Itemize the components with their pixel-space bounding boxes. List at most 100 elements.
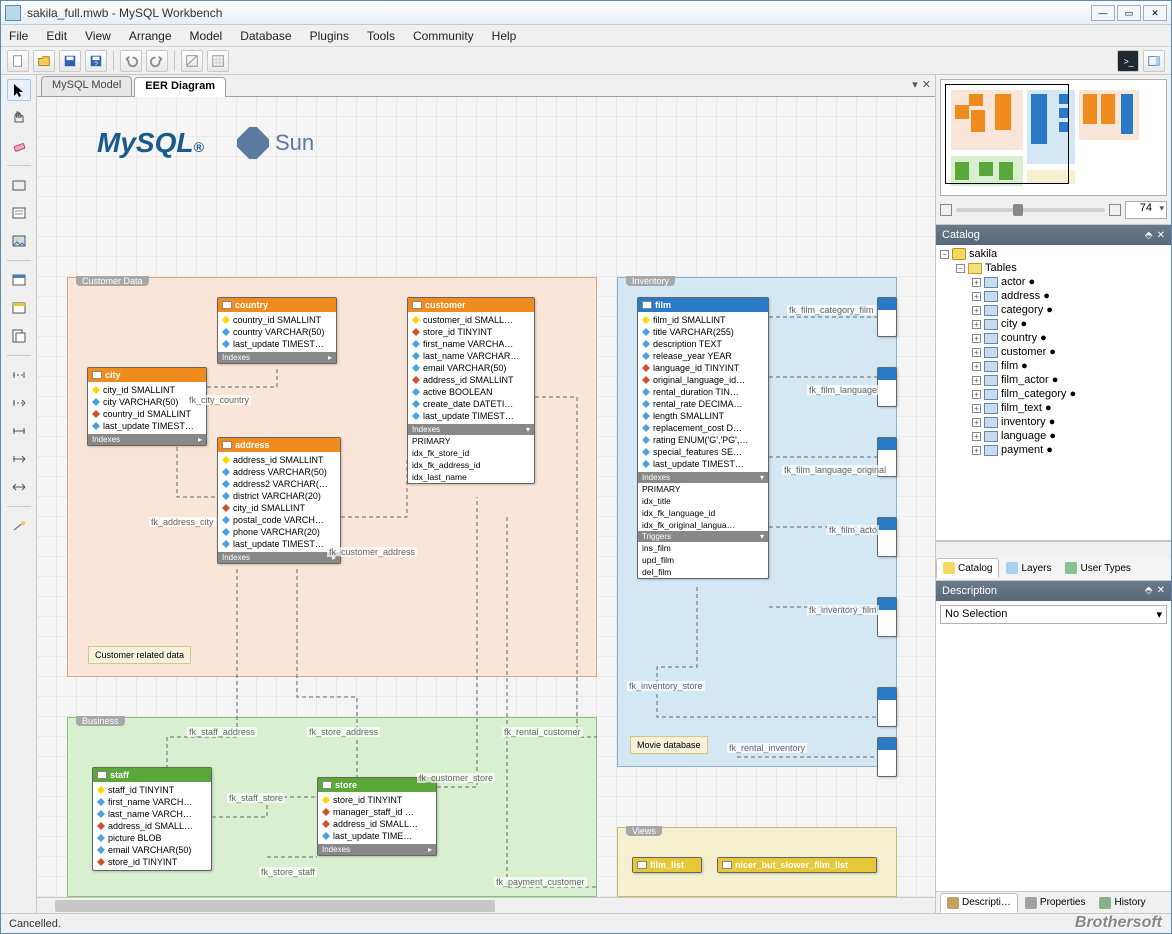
pin-icon[interactable]: ⬘ bbox=[1145, 585, 1153, 596]
menu-community[interactable]: Community bbox=[413, 29, 474, 43]
view-tool[interactable] bbox=[7, 297, 31, 319]
table-tool[interactable] bbox=[7, 269, 31, 291]
menu-help[interactable]: Help bbox=[492, 29, 517, 43]
bottom-tab-properties[interactable]: Properties bbox=[1018, 893, 1093, 913]
view-nicer-film-list[interactable]: nicer_but_slower_film_list bbox=[717, 857, 877, 873]
close-button[interactable]: ✕ bbox=[1143, 5, 1167, 21]
panel-tab-usertypes[interactable]: User Types bbox=[1058, 558, 1137, 578]
catalog-tree[interactable]: −sakila −Tables +actor ●+address ●+categ… bbox=[936, 245, 1171, 541]
table-country[interactable]: country country_id SMALLINT country VARC… bbox=[217, 297, 337, 364]
layer-tool[interactable] bbox=[7, 174, 31, 196]
bottom-tab-history[interactable]: History bbox=[1092, 893, 1152, 913]
table-partial-2[interactable] bbox=[877, 367, 897, 407]
image-tool[interactable] bbox=[7, 230, 31, 252]
diagram-canvas[interactable]: MySQL® Sun Customer Data Customer relate… bbox=[37, 97, 935, 913]
routine-tool[interactable] bbox=[7, 325, 31, 347]
save-button[interactable] bbox=[59, 50, 81, 72]
grid-toggle-button[interactable] bbox=[181, 50, 203, 72]
catalog-table-item[interactable]: +film_text ● bbox=[936, 401, 1171, 415]
catalog-table-item[interactable]: +category ● bbox=[936, 303, 1171, 317]
relation-1-1-non-tool[interactable] bbox=[7, 364, 31, 386]
menu-file[interactable]: File bbox=[9, 29, 28, 43]
pin-icon[interactable]: ⬘ bbox=[1145, 230, 1153, 241]
table-address[interactable]: address address_id SMALLINT address VARC… bbox=[217, 437, 341, 564]
table-partial-4[interactable] bbox=[877, 517, 897, 557]
fk-label: fk_staff_address bbox=[187, 727, 257, 737]
selection-dropdown[interactable]: No Selection▾ bbox=[940, 605, 1167, 624]
menu-model[interactable]: Model bbox=[190, 29, 223, 43]
table-store[interactable]: store store_id TINYINT manager_staff_id … bbox=[317, 777, 437, 856]
tab-dropdown-icon[interactable]: ▾ bbox=[912, 78, 918, 91]
undo-button[interactable] bbox=[120, 50, 142, 72]
fk-label: fk_film_category_film bbox=[787, 305, 876, 315]
tab-close-icon[interactable]: ✕ bbox=[922, 78, 931, 91]
catalog-scrollbar[interactable] bbox=[936, 541, 1171, 557]
canvas-scrollbar-horizontal[interactable] bbox=[37, 897, 935, 913]
menu-database[interactable]: Database bbox=[240, 29, 291, 43]
tab-mysql-model[interactable]: MySQL Model bbox=[41, 76, 132, 96]
catalog-table-item[interactable]: +film_category ● bbox=[936, 387, 1171, 401]
catalog-table-item[interactable]: +payment ● bbox=[936, 443, 1171, 457]
catalog-table-item[interactable]: +language ● bbox=[936, 429, 1171, 443]
table-customer[interactable]: customer customer_id SMALL… store_id TIN… bbox=[407, 297, 535, 484]
zoom-value[interactable]: 74 bbox=[1125, 201, 1167, 219]
relation-1-1-tool[interactable] bbox=[7, 420, 31, 442]
description-header: Description ⬘✕ bbox=[936, 581, 1171, 601]
hand-tool[interactable] bbox=[7, 107, 31, 129]
pointer-tool[interactable] bbox=[7, 79, 31, 101]
relation-existing-tool[interactable] bbox=[7, 515, 31, 537]
fk-label: fk_address_city bbox=[149, 517, 216, 527]
tab-eer-diagram[interactable]: EER Diagram bbox=[134, 77, 226, 97]
catalog-table-item[interactable]: +film ● bbox=[936, 359, 1171, 373]
sidebar-toggle-button[interactable] bbox=[1143, 50, 1165, 72]
fk-label: fk_store_staff bbox=[259, 867, 317, 877]
redo-button[interactable] bbox=[146, 50, 168, 72]
catalog-table-item[interactable]: +customer ● bbox=[936, 345, 1171, 359]
menu-plugins[interactable]: Plugins bbox=[310, 29, 349, 43]
relation-1-n-non-tool[interactable] bbox=[7, 392, 31, 414]
fk-label: fk_customer_store bbox=[417, 773, 495, 783]
panel-close-icon[interactable]: ✕ bbox=[1157, 585, 1165, 596]
catalog-table-item[interactable]: +inventory ● bbox=[936, 415, 1171, 429]
zoom-out-icon[interactable] bbox=[940, 204, 952, 216]
catalog-table-item[interactable]: +film_actor ● bbox=[936, 373, 1171, 387]
relation-1-n-tool[interactable] bbox=[7, 448, 31, 470]
view-film-list[interactable]: film_list bbox=[632, 857, 702, 873]
navigator-preview[interactable] bbox=[940, 79, 1167, 196]
menu-tools[interactable]: Tools bbox=[367, 29, 395, 43]
panel-tab-layers[interactable]: Layers bbox=[999, 558, 1058, 578]
console-button[interactable]: >_ bbox=[1117, 50, 1139, 72]
zoom-slider[interactable] bbox=[956, 208, 1105, 212]
panel-close-icon[interactable]: ✕ bbox=[1157, 230, 1165, 241]
table-partial-1[interactable] bbox=[877, 297, 897, 337]
table-partial-6[interactable] bbox=[877, 687, 897, 727]
eraser-tool[interactable] bbox=[7, 135, 31, 157]
menu-edit[interactable]: Edit bbox=[46, 29, 67, 43]
zoom-in-icon[interactable] bbox=[1109, 204, 1121, 216]
layer-note: Movie database bbox=[630, 736, 708, 754]
note-tool[interactable] bbox=[7, 202, 31, 224]
minimize-button[interactable]: — bbox=[1091, 5, 1115, 21]
new-file-button[interactable] bbox=[7, 50, 29, 72]
table-city[interactable]: city city_id SMALLINT city VARCHAR(50) c… bbox=[87, 367, 207, 446]
table-film[interactable]: film film_id SMALLINT title VARCHAR(255)… bbox=[637, 297, 769, 579]
maximize-button[interactable]: ▭ bbox=[1117, 5, 1141, 21]
relation-n-m-tool[interactable] bbox=[7, 476, 31, 498]
panel-tab-catalog[interactable]: Catalog bbox=[936, 558, 999, 578]
catalog-table-item[interactable]: +actor ● bbox=[936, 275, 1171, 289]
table-staff[interactable]: staff staff_id TINYINT first_name VARCH…… bbox=[92, 767, 212, 871]
layer-label: Inventory bbox=[626, 276, 675, 286]
catalog-table-item[interactable]: +country ● bbox=[936, 331, 1171, 345]
save-as-button[interactable]: ? bbox=[85, 50, 107, 72]
snap-toggle-button[interactable] bbox=[207, 50, 229, 72]
menu-arrange[interactable]: Arrange bbox=[129, 29, 172, 43]
menu-view[interactable]: View bbox=[85, 29, 111, 43]
open-file-button[interactable] bbox=[33, 50, 55, 72]
fk-label: fk_city_country bbox=[187, 395, 251, 405]
catalog-table-item[interactable]: +city ● bbox=[936, 317, 1171, 331]
table-partial-5[interactable] bbox=[877, 597, 897, 637]
table-partial-7[interactable] bbox=[877, 737, 897, 777]
catalog-table-item[interactable]: +address ● bbox=[936, 289, 1171, 303]
bottom-tab-description[interactable]: Descripti… bbox=[940, 893, 1018, 913]
sun-logo: Sun bbox=[237, 127, 314, 159]
